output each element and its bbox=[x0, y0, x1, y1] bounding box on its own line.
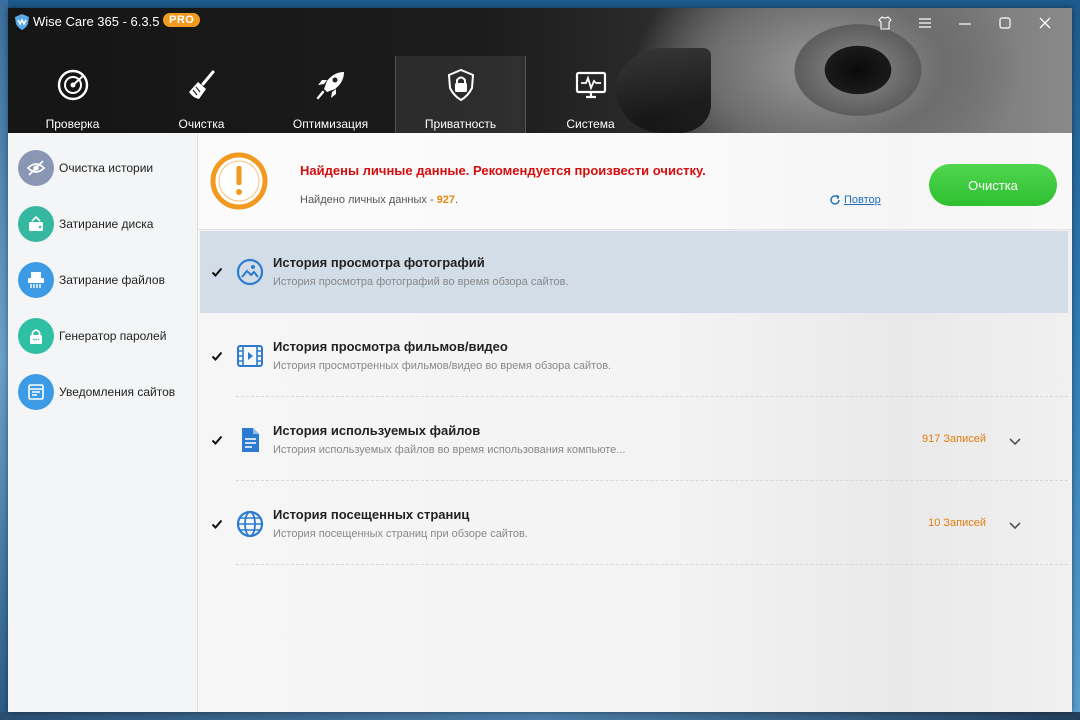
globe-icon bbox=[236, 510, 264, 538]
row-description: История просмотренных фильмов/видео во в… bbox=[273, 360, 612, 372]
chevron-down-icon[interactable] bbox=[1008, 434, 1022, 448]
broom-icon bbox=[188, 70, 214, 99]
scan-result-banner: Найдены личные данные. Рекомендуется про… bbox=[198, 133, 1072, 230]
sidebar-item-label: Очистка истории bbox=[59, 161, 154, 175]
tab-system-label: Система bbox=[566, 117, 615, 131]
tab-check-label: Проверка bbox=[45, 117, 100, 131]
sidebar: Очистка истории Затирание диска Затирани… bbox=[8, 133, 198, 712]
list-item-pages[interactable]: История посещенных страниц История посещ… bbox=[200, 483, 1068, 565]
menu-button[interactable] bbox=[910, 12, 940, 34]
desktop-background-edge bbox=[0, 0, 8, 720]
refresh-icon bbox=[830, 194, 840, 205]
maximize-icon bbox=[999, 17, 1011, 29]
chevron-down-icon[interactable] bbox=[1008, 518, 1022, 532]
shirt-icon bbox=[878, 16, 892, 30]
maximize-button[interactable] bbox=[990, 12, 1020, 34]
clean-button[interactable]: Очистка bbox=[929, 164, 1057, 206]
checkbox-checked-icon[interactable] bbox=[211, 434, 223, 446]
found-count: 927 bbox=[436, 194, 455, 206]
alert-title: Найдены личные данные. Рекомендуется про… bbox=[300, 163, 706, 178]
sidebar-item-label: Затирание файлов bbox=[59, 273, 165, 287]
sidebar-item-label: Уведомления сайтов bbox=[59, 385, 176, 399]
app-shield-logo-icon bbox=[15, 14, 29, 30]
skin-button[interactable] bbox=[870, 12, 900, 34]
app-title: Wise Care 365 - 6.3.5 bbox=[33, 14, 160, 29]
sidebar-item-site-notifications[interactable]: Уведомления сайтов bbox=[18, 372, 196, 412]
tab-optimization-label: Оптимизация bbox=[292, 117, 369, 131]
row-description: История просмотра фотографий во время об… bbox=[273, 276, 569, 288]
row-divider bbox=[236, 396, 1068, 397]
pro-badge: PRO bbox=[163, 13, 201, 27]
sidebar-item-label: Генератор паролей bbox=[59, 329, 167, 343]
notification-icon bbox=[18, 374, 54, 410]
rocket-icon bbox=[316, 72, 344, 100]
tab-optimization[interactable]: Оптимизация bbox=[266, 56, 395, 133]
found-summary: Найдено личных данных -927. bbox=[300, 194, 458, 206]
taskbar-edge bbox=[0, 712, 1080, 720]
row-title: История используемых файлов bbox=[273, 423, 481, 438]
tab-check[interactable]: Проверка bbox=[8, 56, 137, 133]
hamburger-icon bbox=[919, 18, 931, 28]
row-divider bbox=[236, 564, 1068, 565]
sidebar-item-file-wipe[interactable]: Затирание файлов bbox=[18, 260, 196, 300]
found-suffix: . bbox=[455, 194, 459, 206]
list-item-video[interactable]: История просмотра фильмов/видео История … bbox=[200, 315, 1068, 397]
monitor-icon bbox=[575, 71, 606, 99]
header-banner: Wise Care 365 - 6.3.5 PRO Проверка Очист… bbox=[8, 8, 1072, 133]
found-label: Найдено личных данных - bbox=[300, 194, 434, 206]
records-count: 10 Записей bbox=[928, 517, 986, 529]
records-count: 917 Записей bbox=[921, 433, 986, 445]
checkbox-checked-icon[interactable] bbox=[211, 518, 223, 530]
main-content: Найдены личные данные. Рекомендуется про… bbox=[198, 133, 1072, 712]
row-description: История используемых файлов во время исп… bbox=[273, 444, 626, 456]
row-divider bbox=[236, 480, 1068, 481]
password-lock-icon bbox=[18, 318, 54, 354]
checkbox-checked-icon[interactable] bbox=[211, 266, 223, 278]
minimize-button[interactable] bbox=[950, 12, 980, 34]
tab-cleanup-label: Очистка bbox=[178, 117, 225, 131]
tab-cleanup[interactable]: Очистка bbox=[137, 56, 266, 133]
shredder-icon bbox=[18, 262, 54, 298]
eye-off-icon bbox=[18, 150, 54, 186]
list-item-files[interactable]: История используемых файлов История испо… bbox=[200, 399, 1068, 481]
disk-icon bbox=[18, 206, 54, 242]
main-nav: Проверка Очистка Оптимизация Приватность… bbox=[8, 56, 655, 133]
row-title: История просмотра фотографий bbox=[273, 255, 485, 270]
row-title: История посещенных страниц bbox=[273, 507, 470, 522]
app-window: Wise Care 365 - 6.3.5 PRO Проверка Очист… bbox=[8, 8, 1072, 712]
lock-icon bbox=[447, 68, 474, 102]
close-button[interactable] bbox=[1030, 12, 1060, 34]
tab-system[interactable]: Система bbox=[526, 56, 655, 133]
list-item-photos[interactable]: История просмотра фотографий История про… bbox=[200, 231, 1068, 313]
tab-privacy[interactable]: Приватность bbox=[395, 56, 526, 133]
sidebar-item-password-generator[interactable]: Генератор паролей bbox=[18, 316, 196, 356]
sidebar-item-history-cleanup[interactable]: Очистка истории bbox=[18, 148, 196, 188]
title-bar: Wise Care 365 - 6.3.5 PRO bbox=[8, 8, 1072, 38]
close-icon bbox=[1039, 17, 1051, 29]
radar-icon bbox=[57, 69, 88, 101]
document-icon bbox=[242, 428, 259, 452]
checkbox-checked-icon[interactable] bbox=[211, 350, 223, 362]
sidebar-item-disk-wipe[interactable]: Затирание диска bbox=[18, 204, 196, 244]
repeat-label: Повтор bbox=[844, 194, 881, 206]
minimize-icon bbox=[959, 23, 971, 25]
repeat-scan-link[interactable]: Повтор bbox=[829, 194, 881, 206]
film-icon bbox=[237, 345, 263, 367]
sidebar-item-label: Затирание диска bbox=[59, 217, 154, 231]
row-description: История посещенных страниц при обзоре са… bbox=[273, 528, 528, 540]
tab-privacy-label: Приватность bbox=[424, 117, 497, 131]
row-title: История просмотра фильмов/видео bbox=[273, 339, 508, 354]
warning-icon bbox=[210, 152, 268, 210]
photo-icon bbox=[236, 258, 264, 286]
